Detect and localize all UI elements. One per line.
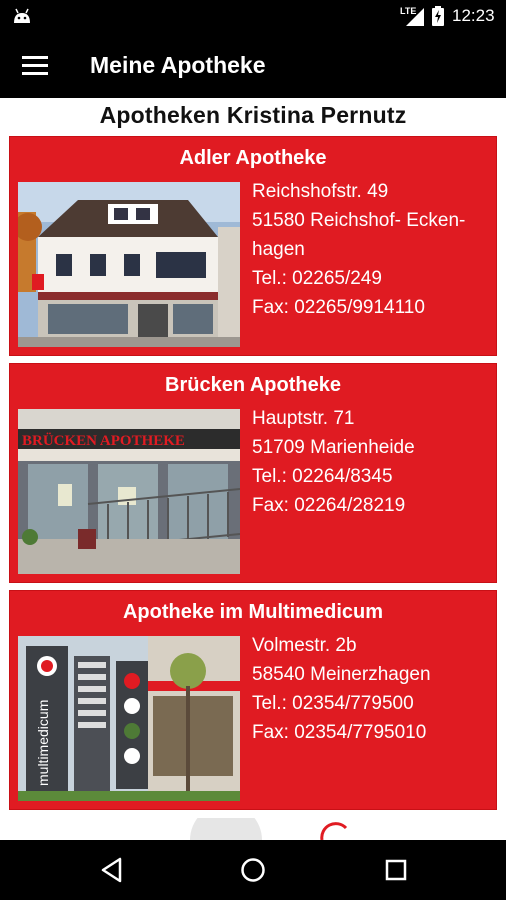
phone-number[interactable]: Tel.: 02265/249 bbox=[252, 264, 492, 293]
app-bar: Meine Apotheke bbox=[0, 32, 506, 98]
pharmacy-card-multimedicum[interactable]: Apotheke im Multimedicum multimedicum Vo… bbox=[9, 590, 497, 810]
battery-charging-icon bbox=[432, 6, 444, 26]
pharmacy-list[interactable]: Apotheken Kristina Pernutz Adler Apothek… bbox=[0, 98, 506, 840]
pharmacy-name: Adler Apotheke bbox=[179, 147, 327, 169]
pharmacy-name: Brücken Apotheke bbox=[165, 374, 341, 396]
phone-number[interactable]: Tel.: 02354/779500 bbox=[252, 689, 492, 718]
phone-number[interactable]: Tel.: 02264/8345 bbox=[252, 462, 492, 491]
city-address: 58540 Meinerzhagen bbox=[252, 664, 431, 685]
pharmacy-info: Volmestr. 2b 58540 Meinerzhagen Tel.: 02… bbox=[252, 631, 492, 747]
page-heading: Apotheken Kristina Pernutz bbox=[99, 102, 407, 128]
city-address-continued: hagen bbox=[252, 239, 305, 260]
status-clock: 12:23 bbox=[452, 6, 495, 25]
pharmacy-name: Apotheke im Multimedicum bbox=[122, 601, 384, 623]
photo-sign-text: BRÜCKEN APOTHEKE bbox=[22, 432, 185, 449]
signal-icon bbox=[406, 8, 424, 26]
status-bar: LTE 12:23 bbox=[0, 0, 506, 32]
pharmacy-photo-multimedicum: multimedicum bbox=[18, 636, 240, 801]
recents-square-icon[interactable] bbox=[380, 854, 412, 886]
fax-number: Fax: 02264/28219 bbox=[252, 495, 406, 516]
street-address: Volmestr. 2b bbox=[252, 635, 357, 656]
partially-visible-content bbox=[190, 818, 348, 840]
pharmacy-info: Hauptstr. 71 51709 Marienheide Tel.: 022… bbox=[252, 404, 492, 520]
fax-number: Fax: 02265/9914110 bbox=[252, 297, 425, 318]
pharmacy-photo-bruecken: BRÜCKEN APOTHEKE bbox=[18, 409, 240, 574]
android-icon bbox=[14, 8, 30, 23]
city-address: 51580 Reichshof- Ecken- bbox=[252, 210, 466, 231]
street-address: Reichshofstr. 49 bbox=[252, 181, 389, 202]
back-triangle-icon[interactable] bbox=[96, 854, 128, 886]
pharmacy-info: Reichshofstr. 49 51580 Reichshof- Ecken-… bbox=[252, 177, 492, 322]
pharmacy-photo-adler bbox=[18, 182, 240, 347]
fax-number: Fax: 02354/7795010 bbox=[252, 722, 427, 743]
system-navigation-bar bbox=[0, 840, 506, 900]
hamburger-menu-icon[interactable] bbox=[16, 50, 52, 80]
street-address: Hauptstr. 71 bbox=[252, 408, 355, 429]
city-address: 51709 Marienheide bbox=[252, 437, 415, 458]
app-title: Meine Apotheke bbox=[90, 52, 266, 78]
photo-sign-text: multimedicum bbox=[35, 700, 51, 786]
home-circle-icon[interactable] bbox=[237, 854, 269, 886]
pharmacy-card-bruecken[interactable]: Brücken Apotheke BRÜCKEN APOTHEKE Haupts… bbox=[9, 363, 497, 583]
pharmacy-card-adler[interactable]: Adler Apotheke Reichshofstr. 49 51580 Re… bbox=[9, 136, 497, 356]
